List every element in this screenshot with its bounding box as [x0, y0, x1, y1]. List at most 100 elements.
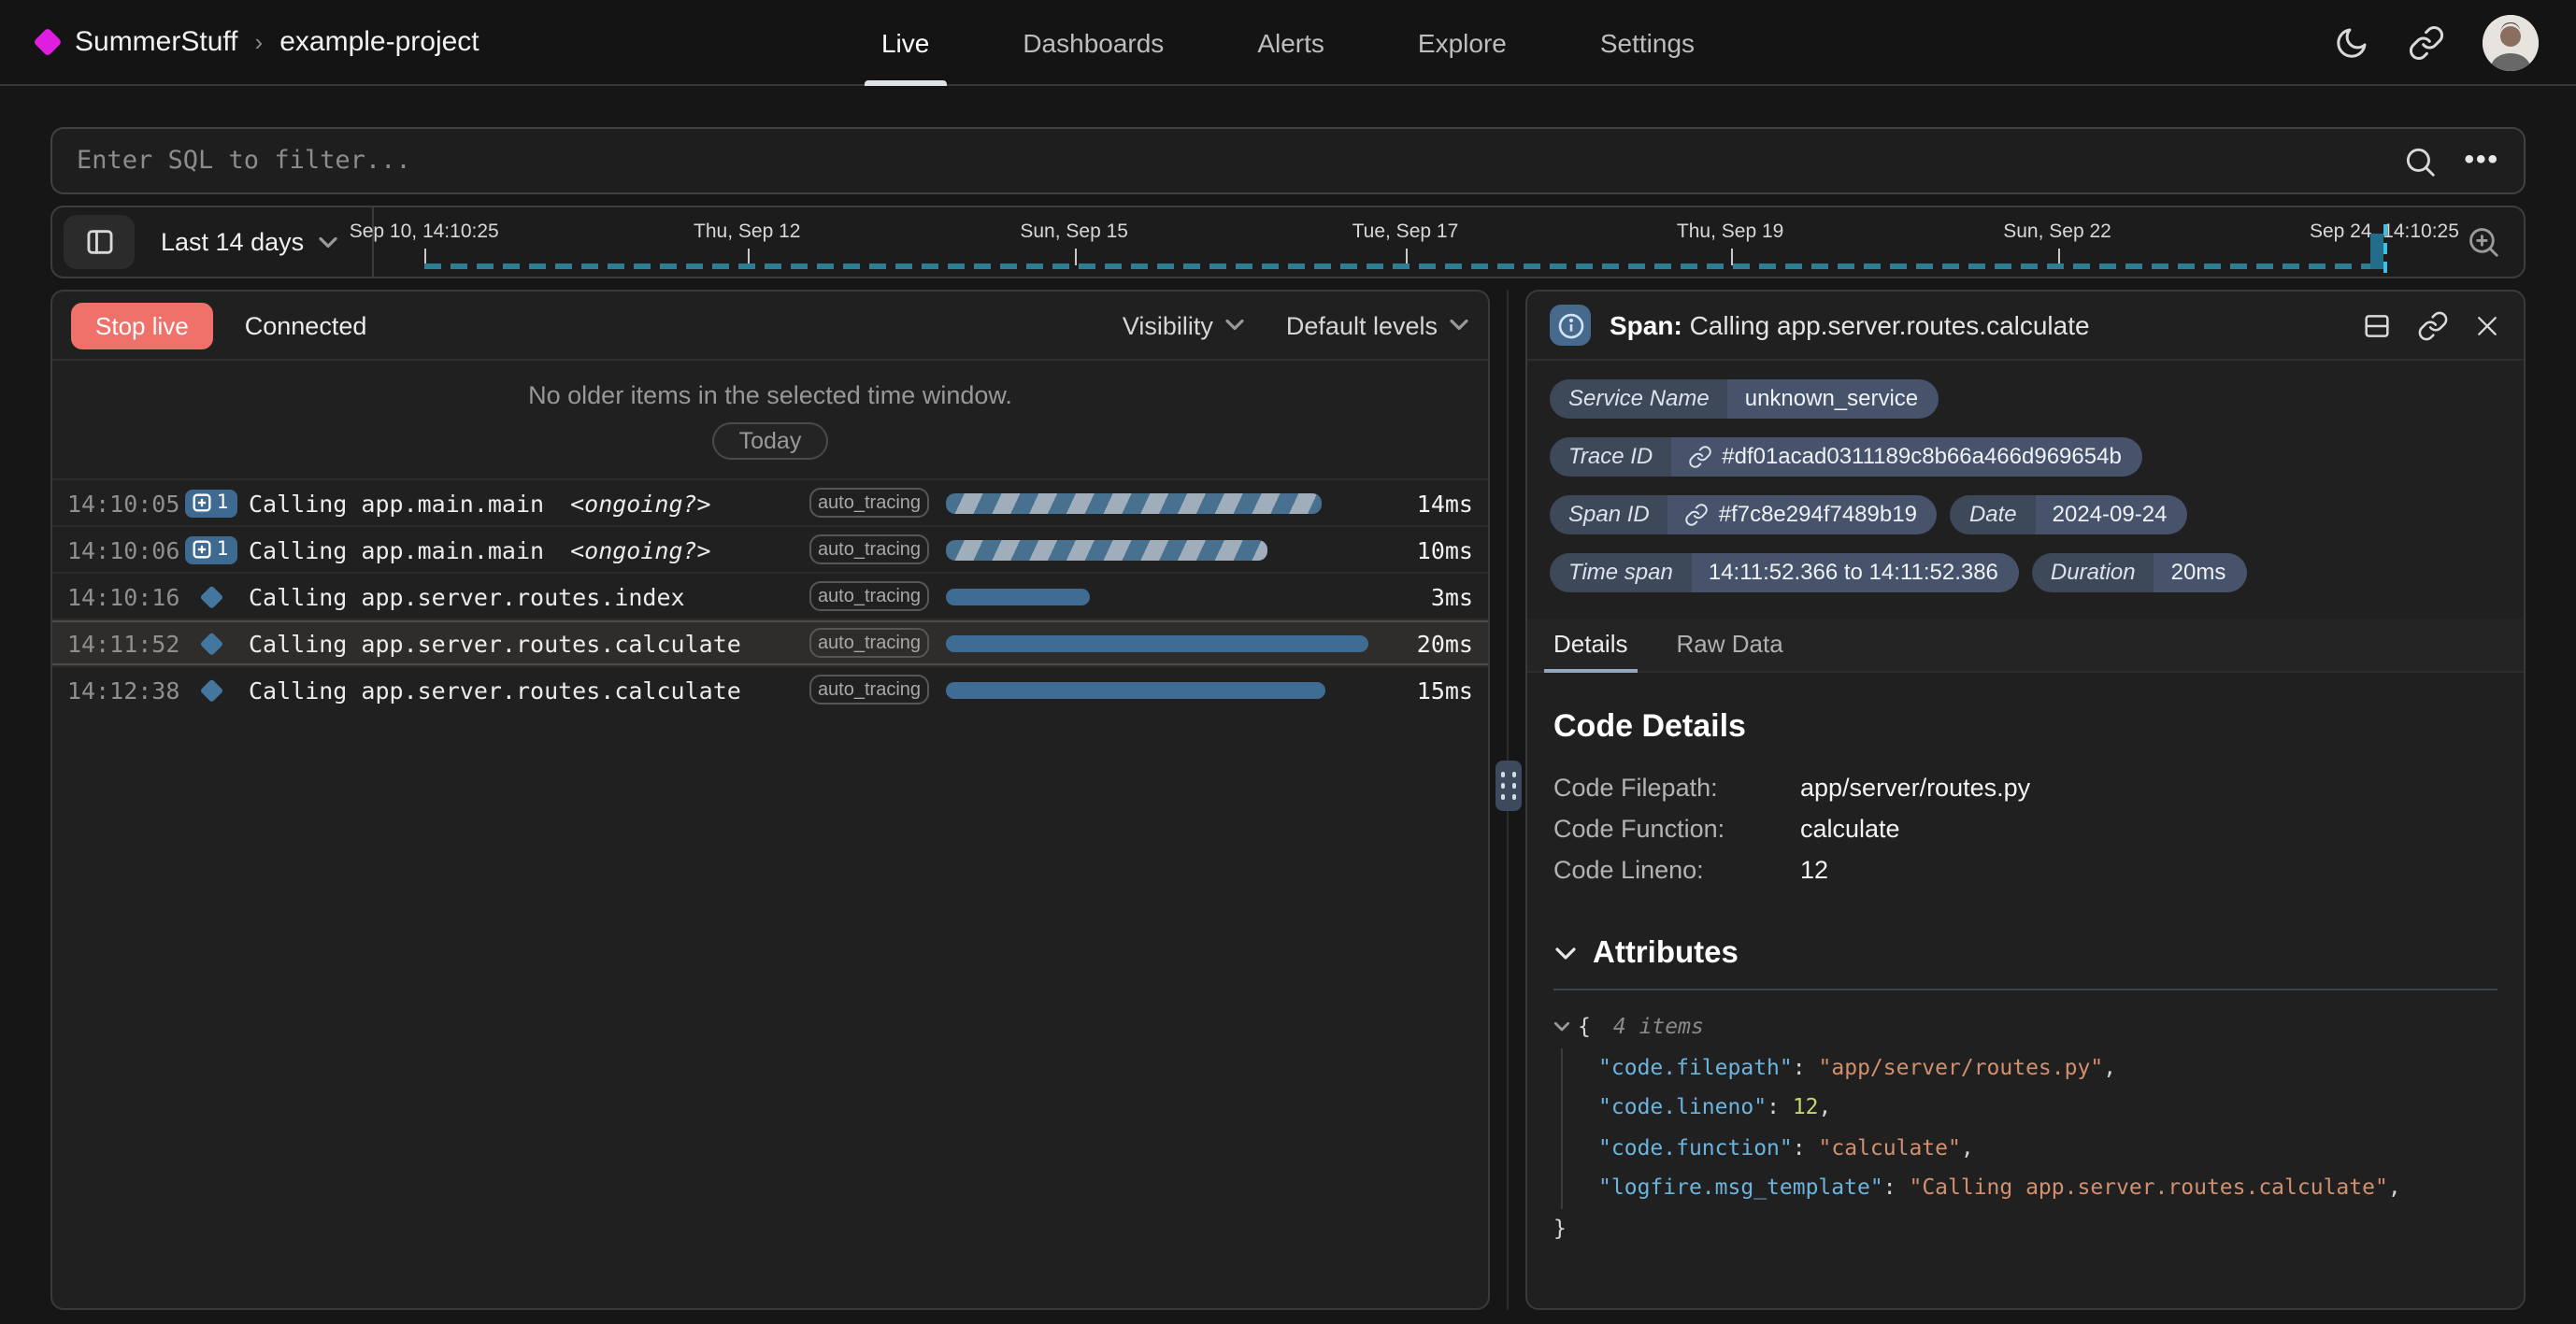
duration-bar-track [946, 681, 1368, 698]
panel-resize-divider[interactable] [1490, 290, 1525, 1309]
expand-children-badge[interactable]: 1 [185, 535, 238, 563]
nav-tab-explore[interactable]: Explore [1412, 0, 1512, 85]
span-detail-header: Span: Calling app.server.routes.calculat… [1527, 292, 2524, 361]
tab-details[interactable]: Details [1552, 619, 1630, 671]
row-timestamp: 14:10:16 [67, 582, 183, 610]
expand-children-badge[interactable]: 1 [185, 489, 238, 517]
time-range-dropdown[interactable]: Last 14 days [135, 228, 364, 256]
user-avatar[interactable] [2483, 14, 2539, 70]
empty-state: No older items in the selected time wind… [52, 361, 1488, 478]
trace-row[interactable]: 14:10:16 Calling app.server.routes.index… [52, 572, 1488, 619]
timeline-tick-label: Tue, Sep 17 [1352, 221, 1459, 243]
duration-bar-track [946, 588, 1368, 605]
logfire-logo-icon [33, 27, 62, 56]
tag-auto-tracing[interactable]: auto_tracing [809, 534, 929, 564]
row-message: Calling app.main.main<ongoing?> [249, 535, 809, 563]
trace-row[interactable]: 14:12:38 Calling app.server.routes.calcu… [52, 665, 1488, 712]
row-message: Calling app.server.routes.calculate [249, 676, 809, 704]
ongoing-suffix: <ongoing?> [570, 489, 711, 517]
link-icon [1685, 503, 1710, 527]
duration-bar [946, 681, 1326, 698]
nav-tab-alerts[interactable]: Alerts [1252, 0, 1330, 85]
time-span-badge: Time span14:11:52.366 to 14:11:52.386 [1550, 553, 2019, 592]
duration-bar-track [946, 492, 1368, 513]
empty-message: No older items in the selected time wind… [528, 381, 1012, 409]
time-cursor [2384, 224, 2388, 273]
app-window: SummerStuff › example-project Live Dashb… [0, 0, 2576, 1324]
span-metadata-badges: Service Nameunknown_service Trace ID #df… [1527, 361, 2524, 600]
collapse-icon [1553, 1021, 1570, 1034]
nav-tab-settings[interactable]: Settings [1595, 0, 1700, 85]
span-diamond-icon [200, 678, 222, 701]
search-icon[interactable] [2402, 143, 2438, 178]
info-icon [1550, 305, 1591, 346]
trace-row[interactable]: 14:10:06 1 Calling app.main.main<ongoing… [52, 525, 1488, 572]
theme-toggle-moon-icon[interactable] [2333, 23, 2370, 61]
close-icon[interactable] [2473, 311, 2501, 339]
stop-live-button[interactable]: Stop live [71, 302, 213, 349]
project-name[interactable]: example-project [279, 26, 479, 58]
sidebar-toggle-button[interactable] [64, 215, 135, 269]
duration-bar [946, 588, 1090, 605]
span-diamond-icon [200, 632, 222, 654]
chevron-down-icon [1449, 318, 1469, 333]
tag-auto-tracing[interactable]: auto_tracing [809, 581, 929, 611]
timeline-track[interactable]: Sep 10, 14:10:25 Thu, Sep 12 Sun, Sep 15… [395, 207, 2440, 277]
share-link-icon[interactable] [2408, 23, 2445, 61]
tab-raw-data[interactable]: Raw Data [1675, 619, 1785, 671]
trace-list: 14:10:05 1 Calling app.main.main<ongoing… [52, 478, 1488, 1307]
chevron-down-icon [317, 235, 337, 249]
tag-auto-tracing[interactable]: auto_tracing [809, 488, 929, 518]
top-nav-bar: SummerStuff › example-project Live Dashb… [0, 0, 2576, 86]
trace-row-selected[interactable]: 14:11:52 Calling app.server.routes.calcu… [52, 619, 1488, 665]
nav-tab-dashboards[interactable]: Dashboards [1017, 0, 1169, 85]
link-icon [1688, 445, 1712, 469]
span-detail-panel: Span: Calling app.server.routes.calculat… [1525, 290, 2526, 1309]
resize-grip-handle[interactable] [1496, 761, 1522, 811]
activity-sparkline [424, 263, 2386, 269]
breadcrumb[interactable]: SummerStuff › example-project [37, 26, 479, 58]
json-root-line[interactable]: { 4 items [1553, 1007, 2497, 1047]
row-timestamp: 14:10:05 [67, 489, 183, 517]
attributes-divider [1553, 989, 2497, 990]
live-view-panel: Stop live Connected Visibility Default l… [50, 290, 1490, 1309]
trace-id-badge[interactable]: Trace ID #df01acad0311189c8b66a466d96965… [1550, 437, 2142, 477]
zoom-in-icon[interactable] [2466, 224, 2501, 260]
timeline-tick-label: Sun, Sep 22 [2003, 221, 2111, 243]
row-duration: 20ms [1387, 629, 1473, 657]
main-nav: Live Dashboards Alerts Explore Settings [876, 0, 1700, 85]
more-options-icon[interactable]: ••• [2464, 153, 2499, 168]
copy-link-icon[interactable] [2417, 309, 2449, 341]
span-diamond-icon [200, 585, 222, 607]
code-filepath-row: Code Filepath: app/server/routes.py [1553, 766, 2497, 807]
chevron-down-icon [1224, 318, 1245, 333]
row-duration: 10ms [1387, 535, 1473, 563]
duration-bar-track [946, 539, 1368, 560]
json-line: code.lineno12 [1598, 1088, 2497, 1128]
span-id-badge[interactable]: Span ID #f7c8e294f7489b19 [1550, 495, 1938, 534]
duration-bar [946, 492, 1322, 513]
code-details-title: Code Details [1553, 708, 2497, 746]
visibility-dropdown[interactable]: Visibility [1123, 311, 1245, 339]
detail-body: Code Details Code Filepath: app/server/r… [1527, 673, 2524, 1252]
duration-bar [946, 634, 1368, 651]
default-levels-dropdown[interactable]: Default levels [1286, 311, 1469, 339]
tag-auto-tracing[interactable]: auto_tracing [809, 675, 929, 705]
breadcrumb-chevron-icon: › [255, 28, 264, 56]
split-view-icon[interactable] [2361, 309, 2393, 341]
row-timestamp: 14:11:52 [67, 629, 183, 657]
sql-filter-input[interactable] [77, 146, 2402, 176]
tag-auto-tracing[interactable]: auto_tracing [809, 628, 929, 658]
chevron-down-icon [1553, 946, 1578, 962]
trace-row[interactable]: 14:10:05 1 Calling app.main.main<ongoing… [52, 478, 1488, 525]
json-line: logfire.msg_templateCalling app.server.r… [1598, 1168, 2497, 1208]
today-button[interactable]: Today [713, 422, 828, 460]
duration-bar-track [946, 634, 1368, 651]
attributes-section-toggle[interactable]: Attributes [1553, 936, 2497, 972]
nav-tab-live[interactable]: Live [876, 0, 935, 85]
org-name[interactable]: SummerStuff [75, 26, 238, 58]
code-function-row: Code Function: calculate [1553, 807, 2497, 848]
json-close-line: } [1553, 1208, 2497, 1248]
attributes-json-view: { 4 items code.filepathapp/server/routes… [1553, 1007, 2497, 1248]
duration-badge: Duration20ms [2032, 553, 2246, 592]
